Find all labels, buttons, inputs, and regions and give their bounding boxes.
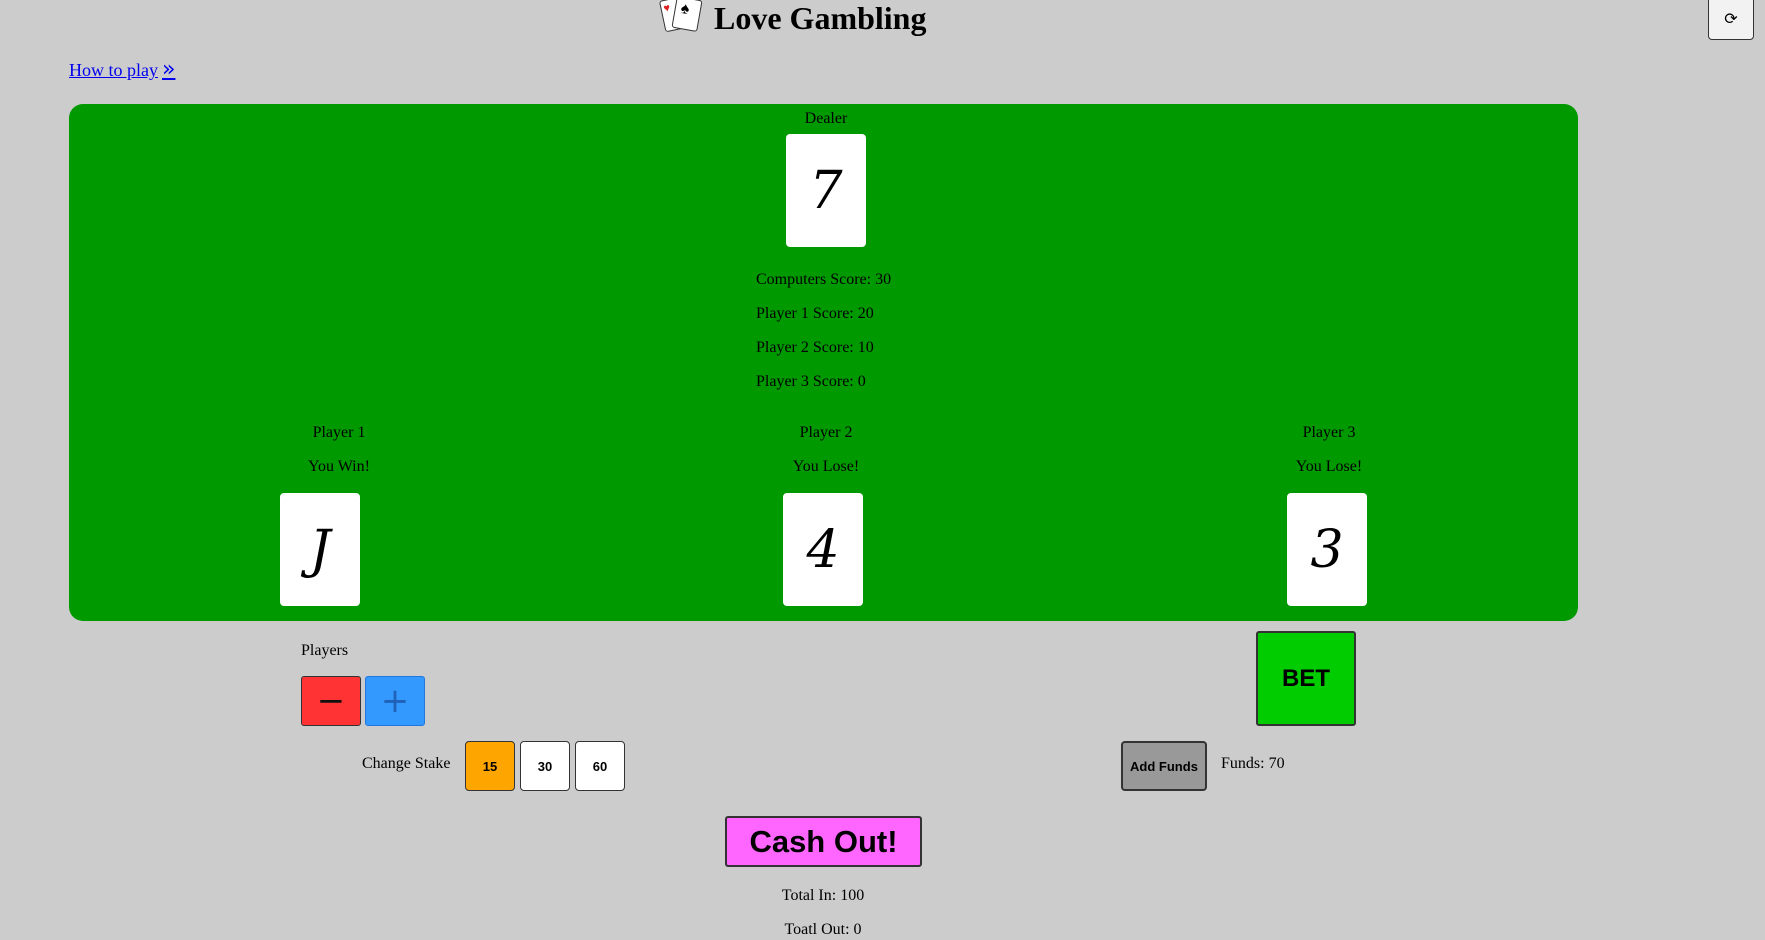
player-1-card: J [280, 493, 360, 606]
remove-player-button[interactable]: − [301, 676, 361, 726]
player-3-score: Player 3 Score: 0 [756, 373, 866, 390]
stake-button-60[interactable]: 60 [575, 741, 625, 791]
funds-display: Funds: 70 [1221, 755, 1285, 772]
page-title: Love Gambling [714, 0, 927, 36]
header: Love Gambling [658, 0, 927, 40]
players-label: Players [301, 642, 349, 659]
player-3-label: Player 3 [1302, 424, 1356, 441]
minus-icon: − [316, 681, 346, 721]
player-3-result: You Lose! [1295, 458, 1363, 475]
add-player-button[interactable]: + [365, 676, 425, 726]
playing-cards-icon [658, 0, 704, 34]
player-2-label: Player 2 [799, 424, 853, 441]
player-1-label: Player 1 [312, 424, 366, 441]
stake-button-30[interactable]: 30 [520, 741, 570, 791]
game-table: Dealer 7 Computers Score: 30 Player 1 Sc… [69, 104, 1578, 621]
refresh-icon: ⟳ [1724, 8, 1738, 28]
player-1-result: You Win! [308, 458, 370, 475]
page: Love Gambling ⟳ How to play » Dealer 7 C… [0, 0, 1765, 940]
total-in: Total In: 100 [781, 887, 865, 904]
bet-button[interactable]: BET [1256, 631, 1356, 726]
how-to-play-label: How to play [69, 60, 158, 80]
double-chevron-right-icon: » [162, 56, 176, 82]
player-3-card: 3 [1287, 493, 1367, 606]
player-2-card: 4 [783, 493, 863, 606]
computer-score: Computers Score: 30 [756, 271, 892, 288]
dealer-card: 7 [786, 134, 866, 247]
total-out: Toatl Out: 0 [784, 921, 862, 938]
change-stake-label: Change Stake [362, 755, 451, 772]
how-to-play-link[interactable]: How to play » [69, 56, 176, 82]
player-1-score: Player 1 Score: 20 [756, 305, 874, 322]
dealer-label: Dealer [804, 110, 848, 127]
plus-icon: + [380, 681, 410, 721]
add-funds-button[interactable]: Add Funds [1121, 741, 1207, 791]
player-2-score: Player 2 Score: 10 [756, 339, 874, 356]
refresh-button[interactable]: ⟳ [1708, 0, 1754, 40]
stake-button-15[interactable]: 15 [465, 741, 515, 791]
scores-list: Computers Score: 30 Player 1 Score: 20 P… [756, 270, 891, 406]
player-2-result: You Lose! [792, 458, 860, 475]
cash-out-button[interactable]: Cash Out! [725, 816, 922, 867]
